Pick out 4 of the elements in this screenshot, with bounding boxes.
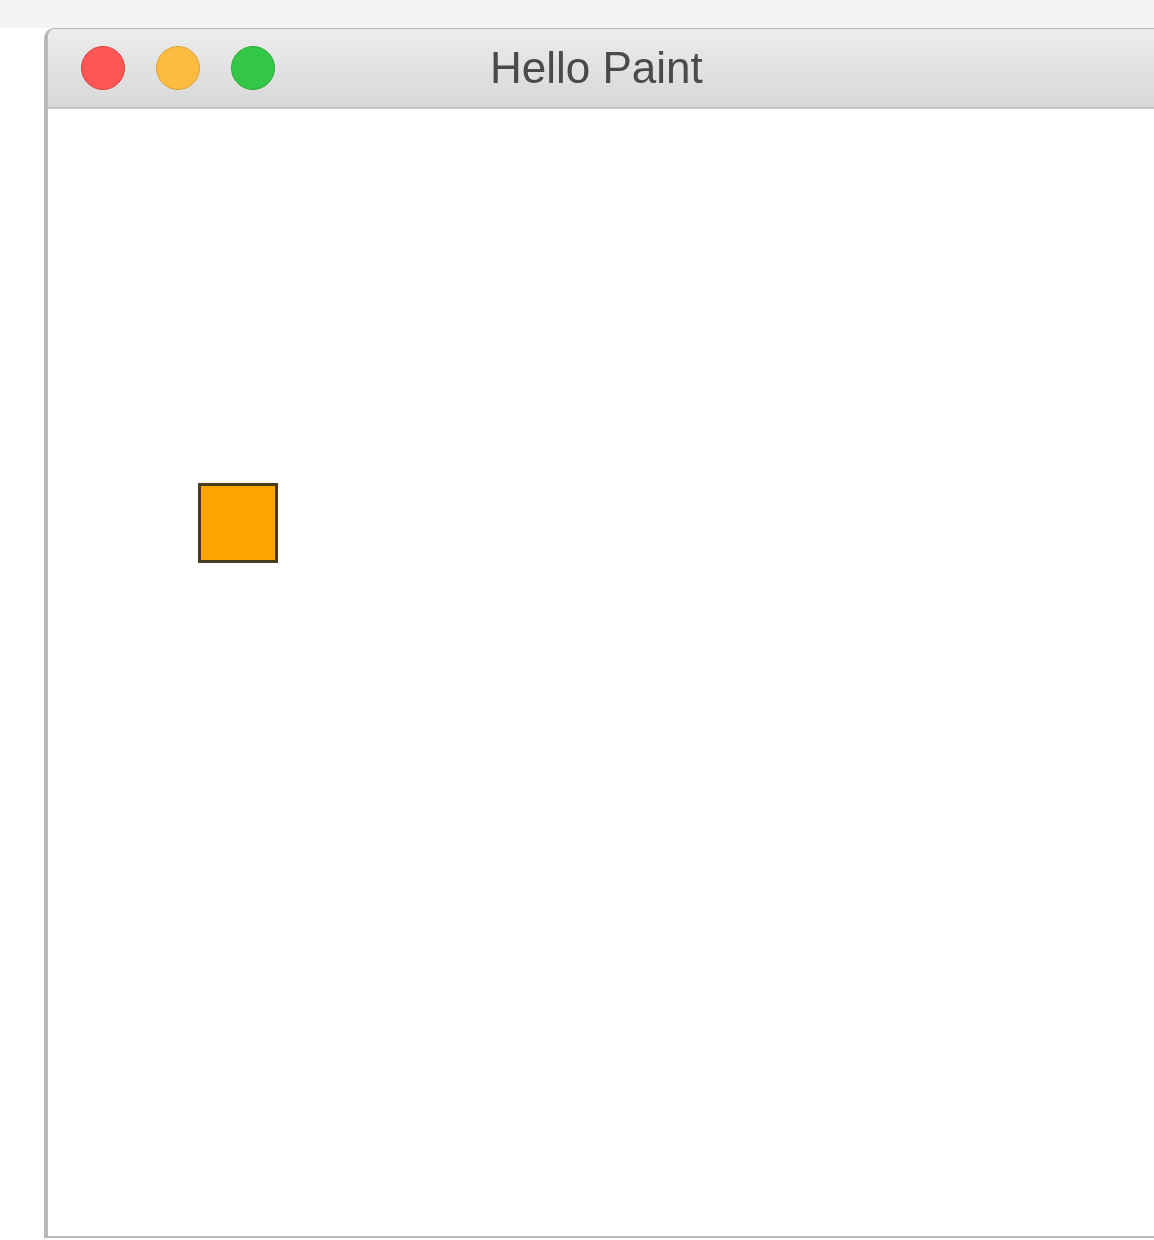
close-button[interactable]: [81, 46, 125, 90]
minimize-button[interactable]: [156, 46, 200, 90]
window-title: Hello Paint: [490, 43, 703, 93]
zoom-button[interactable]: [231, 46, 275, 90]
